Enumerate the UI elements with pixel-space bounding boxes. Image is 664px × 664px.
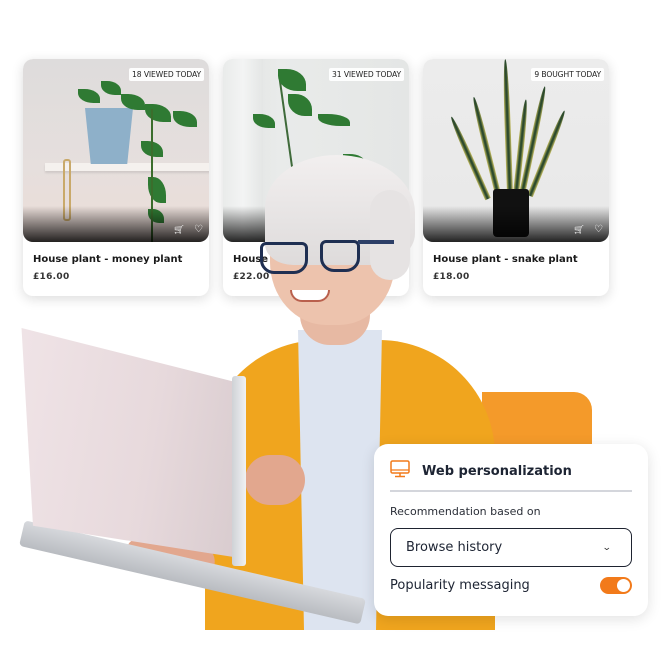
monitor-icon	[390, 460, 410, 482]
recommendation-label: Recommendation based on	[390, 505, 541, 518]
popularity-messaging-label: Popularity messaging	[390, 578, 530, 593]
product-card[interactable]: 18 VIEWED TODAY 🛒 ♡ House plant - money …	[23, 59, 209, 296]
product-price: £16.00	[33, 272, 70, 282]
product-image	[423, 59, 609, 242]
web-personalization-panel: Web personalization Recommendation based…	[374, 444, 648, 616]
product-title[interactable]: House plant - money plant	[33, 254, 182, 265]
product-price: £18.00	[433, 272, 470, 282]
product-title[interactable]: House plant - snake plant	[433, 254, 578, 265]
recommendation-select-value: Browse history	[406, 540, 503, 555]
chevron-down-icon: ⌄	[602, 542, 613, 553]
popularity-messaging-toggle[interactable]	[600, 577, 632, 594]
glasses	[260, 242, 308, 274]
panel-title: Web personalization	[422, 463, 572, 479]
recommendation-select[interactable]: Browse history ⌄	[390, 528, 632, 567]
cart-icon[interactable]: 🛒	[574, 225, 584, 235]
product-image	[23, 59, 209, 242]
heart-icon[interactable]: ♡	[594, 225, 603, 235]
popularity-badge: 9 BOUGHT TODAY	[531, 68, 604, 81]
divider	[390, 490, 632, 492]
heart-icon[interactable]: ♡	[194, 225, 203, 235]
toggle-knob	[617, 579, 630, 592]
product-price: £22.00	[233, 272, 270, 282]
popularity-badge: 31 VIEWED TODAY	[329, 68, 404, 81]
cart-icon[interactable]: 🛒	[174, 225, 184, 235]
product-card[interactable]: 9 BOUGHT TODAY 🛒 ♡ House plant - snake p…	[423, 59, 609, 296]
popularity-badge: 18 VIEWED TODAY	[129, 68, 204, 81]
